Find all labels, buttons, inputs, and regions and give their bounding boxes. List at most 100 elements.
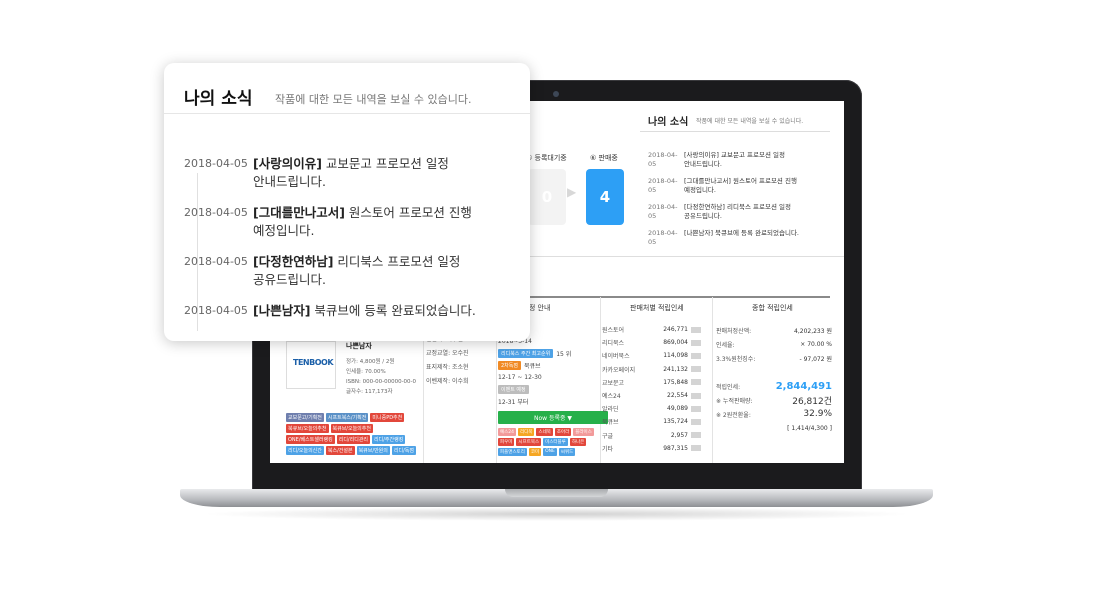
promotion-tag[interactable]: 리디/독점	[391, 446, 416, 455]
news-date: 2018-04-05	[184, 206, 248, 219]
total-value: 4,202,233 원	[794, 327, 832, 335]
sales-store-name: 구글	[602, 432, 614, 440]
store-tag[interactable]: 하나은	[569, 438, 587, 446]
news-message: 북큐브에 등록 완료되었습니다.	[314, 303, 476, 318]
store-tag[interactable]: 시프트북스	[516, 438, 542, 446]
now-registering-button[interactable]: Now 등록중 ▼	[498, 411, 608, 424]
schedule-pill: 리디북스 주간 최고순위	[498, 348, 554, 358]
store-tag[interactable]: 예스24	[498, 428, 517, 436]
promotion-tag[interactable]: 교보문고/기획전	[286, 413, 324, 422]
schedule-row: 12-17 ~ 12-30	[498, 371, 608, 383]
screen-news-date: 2018-04-05	[648, 229, 678, 246]
screen-news-date: 2018-04-05	[648, 151, 678, 168]
sales-share-badge	[691, 405, 701, 412]
schedule-row: 2차독점 북큐브	[498, 359, 608, 371]
screen-news-title: 나의 소식	[648, 117, 689, 128]
store-tag[interactable]: 블라이스	[573, 428, 594, 436]
step-box-selling[interactable]: 4	[586, 169, 624, 225]
total-label: 3.3%원천징수:	[716, 355, 756, 363]
news-item[interactable]: 2018-04-05 [사랑의이유] 교보문고 프로모션 일정 안내드립니다.	[184, 155, 514, 191]
promotion-tag[interactable]: 북큐브/오늘의추천	[330, 424, 373, 433]
sales-row: 교보문고 175,848	[602, 376, 704, 389]
promotion-tag[interactable]: 북큐브/오늘의추천	[286, 424, 329, 433]
screen-news-item[interactable]: 2018-04-05 [그대를만나고서] 원스토어 프로모션 진행 예정입니다.	[648, 177, 838, 195]
book-royalty-rate: 인세율: 70.00%	[346, 369, 386, 375]
total-value: - 97,072 원	[799, 355, 833, 363]
book-char-count: 글자수: 117,173자	[346, 389, 393, 395]
promotion-tag[interactable]: 리디/오늘의신간	[286, 446, 324, 455]
popup-subtitle: 작품에 대한 모든 내역을 보실 수 있습니다.	[275, 93, 472, 106]
sales-amount: 22,554	[667, 392, 688, 400]
screen-news-line: 안내드립니다.	[684, 160, 722, 168]
sales-share-badge	[691, 392, 701, 399]
sales-by-store: 원스토어 246,771 리디북스 869,004 네이버북스 114,098 카카오페이지…	[602, 323, 704, 455]
book-cover[interactable]: TENBOOK	[286, 341, 336, 389]
sales-amount: 241,132	[663, 365, 688, 373]
store-tag[interactable]: 코미	[528, 448, 542, 456]
screen-news-subtitle: 작품에 대한 모든 내역을 보실 수 있습니다.	[696, 118, 804, 125]
step-box-waiting[interactable]: 0	[528, 169, 566, 225]
total-row: [ 1,414/4,300 ]	[716, 421, 832, 435]
sales-amount: 987,315	[663, 444, 688, 452]
total-value: 26,812건	[792, 396, 832, 407]
sales-row: 구글 2,957	[602, 429, 704, 442]
sales-row: 네이버북스 114,098	[602, 349, 704, 362]
store-tag[interactable]: 피플앤스토리	[498, 448, 527, 456]
schedule-pill: 2차독점	[498, 360, 521, 370]
schedule-text: 12-17 ~ 12-30	[498, 373, 542, 381]
total-royalty: 판매처정산액: 4,202,233 원 인세율: × 70.00 % 3.3%원천징수:…	[716, 323, 832, 435]
promotion-tag[interactable]: 북큐브/만원의	[356, 446, 390, 455]
laptop-notch	[505, 489, 608, 497]
sales-amount: 175,848	[663, 378, 688, 386]
screen-news-date: 2018-04-05	[648, 177, 678, 194]
step-label-selling: ⑥ 판매중	[590, 154, 618, 162]
total-label: 판매처정산액:	[716, 327, 752, 335]
store-tag[interactable]: 피우미	[498, 438, 515, 446]
store-tag[interactable]: 리디북	[518, 428, 535, 436]
screen-news-line: [다정한연하남] 리디북스 프로모션 일정	[684, 203, 791, 211]
screen-news-item[interactable]: 2018-04-05 [나쁜남자] 북큐브에 등록 완료되었습니다.	[648, 229, 838, 247]
news-text: [그대를만나고서] 원스토어 프로모션 진행 예정입니다.	[253, 204, 472, 240]
popup-title: 나의 소식	[184, 89, 253, 109]
sales-row: 북큐브 135,724	[602, 415, 704, 428]
news-text: [사랑의이유] 교보문고 프로모션 일정 안내드립니다.	[253, 155, 449, 191]
schedule-row: 리디북스 주간 최고순위 15 위	[498, 347, 608, 359]
screen-news-text: [다정한연하남] 리디북스 프로모션 일정 공유드립니다.	[684, 203, 791, 221]
sales-store-name: 원스토어	[602, 327, 625, 335]
news-item[interactable]: 2018-04-05 [나쁜남자] 북큐브에 등록 완료되었습니다.	[184, 302, 514, 320]
promotion-tag[interactable]: 북스/건설본	[325, 446, 355, 455]
screen-news-item[interactable]: 2018-04-05 [사랑의이유] 교보문고 프로모션 일정 안내드립니다.	[648, 151, 838, 169]
news-date: 2018-04-05	[184, 255, 248, 268]
promotion-tag[interactable]: ONE/베스트셀러랭킹	[286, 435, 335, 444]
promotion-tag[interactable]: 리디/리디관리	[336, 435, 371, 444]
promotion-tag[interactable]: 미니중PD추천	[370, 413, 405, 422]
promotion-tag[interactable]: 시프트북스/기획전	[325, 413, 369, 422]
total-label: ※ 누적판매량:	[716, 397, 753, 405]
news-book-tag: [사랑의이유]	[253, 156, 322, 171]
sales-share-badge	[691, 418, 701, 425]
news-book-tag: [다정한연하남]	[253, 254, 334, 269]
divider	[640, 131, 830, 132]
sales-amount: 869,004	[663, 339, 688, 347]
total-row: 3.3%원천징수: - 97,072 원	[716, 351, 832, 365]
book-price: 정가: 4,800원 / 2원	[346, 359, 395, 365]
sales-row: 기타 987,315	[602, 442, 704, 455]
promotion-tag[interactable]: 리디/주간랭킹	[372, 435, 406, 444]
sales-row: 예스24 22,554	[602, 389, 704, 402]
schedule-text: 북큐브	[523, 362, 541, 370]
book-isbn: ISBN: 000-00-00000-00-0	[346, 379, 417, 385]
news-item[interactable]: 2018-04-05 [다정한연하남] 리디북스 프로모션 일정 공유드립니다.	[184, 253, 514, 289]
store-tag[interactable]: ONE	[543, 448, 557, 456]
news-item[interactable]: 2018-04-05 [그대를만나고서] 원스토어 프로모션 진행 예정입니다.	[184, 204, 514, 240]
store-tag[interactable]: 조아라	[554, 428, 572, 436]
book-meta: 정가: 4,800원 / 2원 인세율: 70.00% ISBN: 000-00…	[346, 357, 416, 397]
screen-news-item[interactable]: 2018-04-05 [다정한연하남] 리디북스 프로모션 일정 공유드립니다.	[648, 203, 838, 221]
schedule-row: 12-31 부터	[498, 395, 608, 407]
store-tag[interactable]: 미스터블루	[543, 438, 568, 446]
total-label: ※ 2원전환율:	[716, 411, 751, 419]
news-text: [나쁜남자] 북큐브에 등록 완료되었습니다.	[253, 302, 476, 320]
store-tag[interactable]: 씨위드	[558, 448, 576, 456]
total-value: 2,844,491	[775, 380, 832, 392]
sales-store-name: 북큐브	[602, 419, 619, 427]
store-tag[interactable]: 스네북	[536, 428, 553, 436]
